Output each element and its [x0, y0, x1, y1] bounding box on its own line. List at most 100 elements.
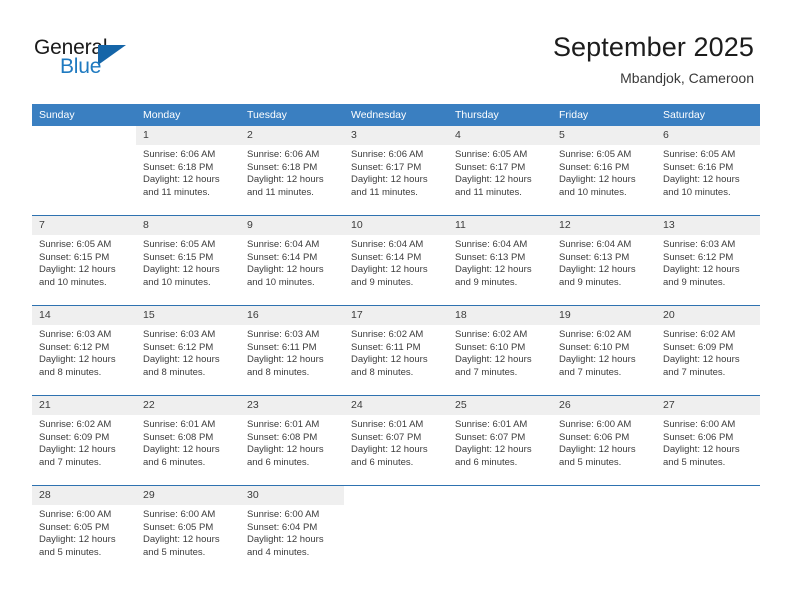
calendar-cell-day[interactable]: 22 Sunrise: 6:01 AM Sunset: 6:08 PM Dayligh… [136, 395, 240, 486]
calendar-cell-day[interactable]: 6 Sunrise: 6:05 AM Sunset: 6:16 PM Daylight… [656, 126, 760, 216]
brand-logo[interactable]: General Blue [34, 36, 154, 84]
calendar-day-detail-line: Sunrise: 6:01 AM [143, 419, 216, 430]
calendar-page: General Blue September 2025 Mbandjok, Ca… [0, 0, 792, 612]
calendar-day-detail-line: Sunset: 6:10 PM [455, 341, 526, 353]
calendar-day-detail-line: Sunset: 6:15 PM [143, 251, 214, 263]
calendar-cell-inner: 20 Sunrise: 6:02 AM Sunset: 6:09 PM Dayligh… [656, 306, 760, 395]
calendar-cell-day[interactable]: 13 Sunrise: 6:03 AM Sunset: 6:12 PM Dayligh… [656, 215, 760, 306]
weekday-header-thursday: Thursday [448, 104, 552, 126]
calendar-day-detail-line: Sunrise: 6:04 AM [351, 239, 424, 250]
calendar-cell-day[interactable]: 12 Sunrise: 6:04 AM Sunset: 6:13 PM Dayligh… [552, 215, 656, 306]
calendar-cell-day[interactable]: 8 Sunrise: 6:05 AM Sunset: 6:15 PM Daylight… [136, 215, 240, 306]
calendar-cell-day[interactable]: 28 Sunrise: 6:00 AM Sunset: 6:05 PM Dayligh… [32, 485, 136, 575]
calendar-day-number: 2 [240, 126, 344, 145]
calendar-day-detail-line: and 6 minutes. [455, 456, 518, 468]
calendar-cell-day[interactable]: 29 Sunrise: 6:00 AM Sunset: 6:05 PM Dayligh… [136, 485, 240, 575]
calendar-day-number: 7 [32, 216, 136, 235]
calendar-cell-inner [448, 486, 552, 575]
calendar-cell-day[interactable]: 5 Sunrise: 6:05 AM Sunset: 6:16 PM Daylight… [552, 126, 656, 216]
calendar-day-detail-line: Sunrise: 6:02 AM [559, 329, 632, 340]
calendar-day-detail-line: Sunset: 6:11 PM [247, 341, 317, 353]
calendar-cell-day[interactable]: 23 Sunrise: 6:01 AM Sunset: 6:08 PM Dayligh… [240, 395, 344, 486]
calendar-day-number: 11 [448, 216, 552, 235]
calendar-cell-inner: 28 Sunrise: 6:00 AM Sunset: 6:05 PM Dayligh… [32, 486, 136, 575]
calendar-cell-day[interactable]: 7 Sunrise: 6:05 AM Sunset: 6:15 PM Daylight… [32, 215, 136, 306]
calendar-day-detail-line: and 5 minutes. [663, 456, 726, 468]
calendar-cell-day[interactable]: 14 Sunrise: 6:03 AM Sunset: 6:12 PM Dayligh… [32, 305, 136, 396]
calendar-day-detail-line: Sunset: 6:05 PM [143, 521, 214, 533]
calendar-day-detail-line: and 7 minutes. [455, 366, 518, 378]
calendar-day-details [656, 505, 760, 575]
calendar-cell-day[interactable]: 2 Sunrise: 6:06 AM Sunset: 6:18 PM Daylight… [240, 126, 344, 216]
calendar-day-detail-line: and 8 minutes. [351, 366, 414, 378]
calendar-cell-day[interactable]: 10 Sunrise: 6:04 AM Sunset: 6:14 PM Dayligh… [344, 215, 448, 306]
calendar-day-detail-line: and 4 minutes. [247, 546, 310, 558]
calendar-day-detail-line: and 7 minutes. [663, 366, 726, 378]
calendar-day-number: 29 [136, 486, 240, 505]
calendar-cell-day[interactable]: 17 Sunrise: 6:02 AM Sunset: 6:11 PM Dayligh… [344, 305, 448, 396]
calendar-cell-day[interactable]: 25 Sunrise: 6:01 AM Sunset: 6:07 PM Dayligh… [448, 395, 552, 486]
calendar-day-detail-line: Sunset: 6:09 PM [39, 431, 110, 443]
calendar-cell-day[interactable]: 16 Sunrise: 6:03 AM Sunset: 6:11 PM Dayligh… [240, 305, 344, 396]
calendar-day-details [32, 145, 136, 215]
calendar-cell-inner: 27 Sunrise: 6:00 AM Sunset: 6:06 PM Dayligh… [656, 396, 760, 485]
calendar-day-detail-line: Sunrise: 6:06 AM [351, 149, 424, 160]
calendar-cell-inner [344, 486, 448, 575]
calendar-cell-day[interactable]: 21 Sunrise: 6:02 AM Sunset: 6:09 PM Dayligh… [32, 395, 136, 486]
calendar-cell-day[interactable]: 4 Sunrise: 6:05 AM Sunset: 6:17 PM Daylight… [448, 126, 552, 216]
calendar-day-detail-line: Sunset: 6:05 PM [39, 521, 110, 533]
calendar-cell-day[interactable]: 24 Sunrise: 6:01 AM Sunset: 6:07 PM Dayligh… [344, 395, 448, 486]
calendar-day-number: 24 [344, 396, 448, 415]
calendar-day-detail-line: Sunrise: 6:03 AM [39, 329, 112, 340]
calendar-day-number: 23 [240, 396, 344, 415]
calendar-day-number: 10 [344, 216, 448, 235]
calendar-cell-day[interactable]: 27 Sunrise: 6:00 AM Sunset: 6:06 PM Dayligh… [656, 395, 760, 486]
calendar-day-detail-line: and 9 minutes. [559, 276, 622, 288]
calendar-day-detail-line: Daylight: 12 hours [247, 264, 324, 276]
calendar-day-detail-line: Sunset: 6:12 PM [39, 341, 110, 353]
calendar-day-number: 28 [32, 486, 136, 505]
calendar-day-detail-line: Daylight: 12 hours [351, 354, 428, 366]
calendar-cell-day[interactable]: 19 Sunrise: 6:02 AM Sunset: 6:10 PM Dayligh… [552, 305, 656, 396]
calendar-cell-empty [552, 485, 656, 575]
calendar-cell-day[interactable]: 15 Sunrise: 6:03 AM Sunset: 6:12 PM Dayligh… [136, 305, 240, 396]
calendar-day-number: 16 [240, 306, 344, 325]
calendar-cell-inner: 29 Sunrise: 6:00 AM Sunset: 6:05 PM Dayligh… [136, 486, 240, 575]
calendar-cell-inner: 9 Sunrise: 6:04 AM Sunset: 6:14 PM Daylight… [240, 216, 344, 305]
calendar-week-row: 1 Sunrise: 6:06 AM Sunset: 6:18 PM Daylight… [32, 126, 760, 216]
calendar-day-detail-line: and 10 minutes. [143, 276, 211, 288]
calendar-cell-day[interactable]: 30 Sunrise: 6:00 AM Sunset: 6:04 PM Dayligh… [240, 485, 344, 575]
calendar-day-detail-line: and 5 minutes. [143, 546, 206, 558]
weekday-header-sunday: Sunday [32, 104, 136, 126]
calendar-day-detail-line: Daylight: 12 hours [143, 264, 220, 276]
calendar-day-details: Sunrise: 6:03 AM Sunset: 6:12 PM Daylight:… [656, 235, 760, 305]
calendar-cell-day[interactable]: 18 Sunrise: 6:02 AM Sunset: 6:10 PM Dayligh… [448, 305, 552, 396]
calendar-cell-inner: 1 Sunrise: 6:06 AM Sunset: 6:18 PM Daylight… [136, 126, 240, 215]
calendar-day-detail-line: Sunrise: 6:05 AM [663, 149, 736, 160]
calendar-day-detail-line: Sunrise: 6:04 AM [455, 239, 528, 250]
calendar-cell-inner: 21 Sunrise: 6:02 AM Sunset: 6:09 PM Dayligh… [32, 396, 136, 485]
calendar-day-detail-line: Sunrise: 6:02 AM [39, 419, 112, 430]
calendar-cell-inner: 2 Sunrise: 6:06 AM Sunset: 6:18 PM Daylight… [240, 126, 344, 215]
calendar-cell-day[interactable]: 20 Sunrise: 6:02 AM Sunset: 6:09 PM Dayligh… [656, 305, 760, 396]
calendar-cell-day[interactable]: 3 Sunrise: 6:06 AM Sunset: 6:17 PM Daylight… [344, 126, 448, 216]
calendar-cell-day[interactable]: 1 Sunrise: 6:06 AM Sunset: 6:18 PM Daylight… [136, 126, 240, 216]
calendar-cell-day[interactable]: 9 Sunrise: 6:04 AM Sunset: 6:14 PM Daylight… [240, 215, 344, 306]
calendar-day-number: 30 [240, 486, 344, 505]
calendar-day-details: Sunrise: 6:00 AM Sunset: 6:06 PM Daylight:… [656, 415, 760, 485]
calendar-day-details: Sunrise: 6:01 AM Sunset: 6:08 PM Daylight:… [136, 415, 240, 485]
calendar-day-detail-line: and 6 minutes. [351, 456, 414, 468]
calendar-day-detail-line: Daylight: 12 hours [247, 354, 324, 366]
calendar-week-row: 7 Sunrise: 6:05 AM Sunset: 6:15 PM Daylight… [32, 215, 760, 306]
calendar-cell-inner: 30 Sunrise: 6:00 AM Sunset: 6:04 PM Dayligh… [240, 486, 344, 575]
calendar-day-detail-line: Sunset: 6:17 PM [351, 161, 422, 173]
calendar-cell-day[interactable]: 11 Sunrise: 6:04 AM Sunset: 6:13 PM Dayligh… [448, 215, 552, 306]
calendar-day-number [448, 486, 552, 505]
calendar-day-detail-line: Sunset: 6:08 PM [247, 431, 318, 443]
calendar-day-detail-line: and 10 minutes. [663, 186, 731, 198]
calendar-cell-day[interactable]: 26 Sunrise: 6:00 AM Sunset: 6:06 PM Dayligh… [552, 395, 656, 486]
calendar-day-detail-line: and 9 minutes. [663, 276, 726, 288]
calendar-cell-empty [32, 126, 136, 216]
calendar-week-row: 28 Sunrise: 6:00 AM Sunset: 6:05 PM Dayligh… [32, 485, 760, 575]
calendar-day-details: Sunrise: 6:04 AM Sunset: 6:13 PM Daylight:… [552, 235, 656, 305]
